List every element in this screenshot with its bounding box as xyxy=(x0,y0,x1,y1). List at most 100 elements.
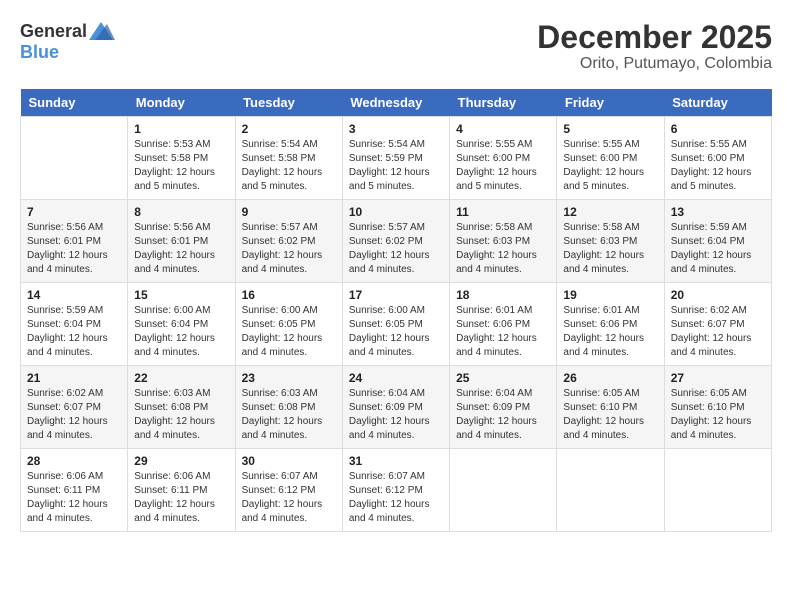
day-number: 11 xyxy=(456,205,550,219)
calendar-cell: 2 Sunrise: 5:54 AMSunset: 5:58 PMDaylight… xyxy=(235,117,342,200)
calendar-cell: 10Sunrise: 5:57 AMSunset: 6:02 PMDayligh… xyxy=(342,200,449,283)
calendar-cell: 15Sunrise: 6:00 AMSunset: 6:04 PMDayligh… xyxy=(128,283,235,366)
day-number: 6 xyxy=(671,122,765,136)
day-info: Sunrise: 6:07 AMSunset: 6:12 PMDaylight:… xyxy=(242,470,336,526)
calendar-cell: 20 Sunrise: 6:02 AMSunset: 6:07 PMDayligh… xyxy=(664,283,771,366)
weekday-header-thursday: Thursday xyxy=(450,89,557,117)
day-number: 3 xyxy=(349,122,443,136)
day-number: 2 xyxy=(242,122,336,136)
day-number: 29 xyxy=(134,454,228,468)
calendar-table: SundayMondayTuesdayWednesdayThursdayFrid… xyxy=(20,89,772,532)
calendar-cell: 31 Sunrise: 6:07 AMSunset: 6:12 PMDayligh… xyxy=(342,449,449,532)
day-number: 26 xyxy=(563,371,657,385)
day-info: Sunrise: 6:02 AMSunset: 6:07 PMDaylight:… xyxy=(671,304,765,360)
day-info: Sunrise: 6:05 AMSunset: 6:10 PMDaylight:… xyxy=(563,387,657,443)
day-number: 28 xyxy=(27,454,121,468)
day-info: Sunrise: 6:01 AMSunset: 6:06 PMDaylight:… xyxy=(563,304,657,360)
calendar-cell: 7Sunrise: 5:56 AMSunset: 6:01 PMDaylight… xyxy=(21,200,128,283)
day-number: 31 xyxy=(349,454,443,468)
weekday-header-row: SundayMondayTuesdayWednesdayThursdayFrid… xyxy=(21,89,772,117)
day-number: 24 xyxy=(349,371,443,385)
weekday-header-monday: Monday xyxy=(128,89,235,117)
day-info: Sunrise: 6:06 AMSunset: 6:11 PMDaylight:… xyxy=(27,470,121,526)
calendar-cell: 19 Sunrise: 6:01 AMSunset: 6:06 PMDayligh… xyxy=(557,283,664,366)
calendar-cell: 22 Sunrise: 6:03 AMSunset: 6:08 PMDayligh… xyxy=(128,366,235,449)
calendar-week-row: 1 Sunrise: 5:53 AMSunset: 5:58 PMDaylight… xyxy=(21,117,772,200)
day-number: 18 xyxy=(456,288,550,302)
day-number: 8 xyxy=(134,205,228,219)
page-header: General Blue December 2025 Orito, Putuma… xyxy=(20,20,772,73)
day-info: Sunrise: 6:06 AMSunset: 6:11 PMDaylight:… xyxy=(134,470,228,526)
day-info: Sunrise: 5:59 AMSunset: 6:04 PMDaylight:… xyxy=(671,221,765,277)
day-number: 21 xyxy=(27,371,121,385)
calendar-cell: 30 Sunrise: 6:07 AMSunset: 6:12 PMDayligh… xyxy=(235,449,342,532)
weekday-header-wednesday: Wednesday xyxy=(342,89,449,117)
calendar-cell: 29 Sunrise: 6:06 AMSunset: 6:11 PMDayligh… xyxy=(128,449,235,532)
day-number: 1 xyxy=(134,122,228,136)
day-number: 22 xyxy=(134,371,228,385)
calendar-week-row: 7Sunrise: 5:56 AMSunset: 6:01 PMDaylight… xyxy=(21,200,772,283)
calendar-week-row: 28 Sunrise: 6:06 AMSunset: 6:11 PMDayligh… xyxy=(21,449,772,532)
calendar-cell: 27Sunrise: 6:05 AMSunset: 6:10 PMDayligh… xyxy=(664,366,771,449)
day-number: 10 xyxy=(349,205,443,219)
day-info: Sunrise: 5:55 AMSunset: 6:00 PMDaylight:… xyxy=(671,138,765,194)
day-number: 4 xyxy=(456,122,550,136)
day-info: Sunrise: 5:54 AMSunset: 5:58 PMDaylight:… xyxy=(242,138,336,194)
calendar-cell: 23 Sunrise: 6:03 AMSunset: 6:08 PMDayligh… xyxy=(235,366,342,449)
day-number: 19 xyxy=(563,288,657,302)
calendar-cell: 9 Sunrise: 5:57 AMSunset: 6:02 PMDaylight… xyxy=(235,200,342,283)
calendar-cell: 17 Sunrise: 6:00 AMSunset: 6:05 PMDayligh… xyxy=(342,283,449,366)
day-number: 17 xyxy=(349,288,443,302)
day-info: Sunrise: 6:00 AMSunset: 6:05 PMDaylight:… xyxy=(349,304,443,360)
day-info: Sunrise: 6:04 AMSunset: 6:09 PMDaylight:… xyxy=(349,387,443,443)
day-info: Sunrise: 5:56 AMSunset: 6:01 PMDaylight:… xyxy=(27,221,121,277)
day-info: Sunrise: 6:02 AMSunset: 6:07 PMDaylight:… xyxy=(27,387,121,443)
calendar-cell: 14Sunrise: 5:59 AMSunset: 6:04 PMDayligh… xyxy=(21,283,128,366)
day-info: Sunrise: 5:57 AMSunset: 6:02 PMDaylight:… xyxy=(242,221,336,277)
day-info: Sunrise: 6:01 AMSunset: 6:06 PMDaylight:… xyxy=(456,304,550,360)
day-number: 20 xyxy=(671,288,765,302)
day-info: Sunrise: 5:59 AMSunset: 6:04 PMDaylight:… xyxy=(27,304,121,360)
logo-text-blue: Blue xyxy=(20,42,59,63)
day-info: Sunrise: 5:58 AMSunset: 6:03 PMDaylight:… xyxy=(563,221,657,277)
day-info: Sunrise: 6:07 AMSunset: 6:12 PMDaylight:… xyxy=(349,470,443,526)
weekday-header-tuesday: Tuesday xyxy=(235,89,342,117)
day-info: Sunrise: 5:58 AMSunset: 6:03 PMDaylight:… xyxy=(456,221,550,277)
day-info: Sunrise: 5:55 AMSunset: 6:00 PMDaylight:… xyxy=(456,138,550,194)
day-number: 15 xyxy=(134,288,228,302)
calendar-cell xyxy=(21,117,128,200)
calendar-cell: 13 Sunrise: 5:59 AMSunset: 6:04 PMDayligh… xyxy=(664,200,771,283)
calendar-cell: 21 Sunrise: 6:02 AMSunset: 6:07 PMDayligh… xyxy=(21,366,128,449)
calendar-cell: 1 Sunrise: 5:53 AMSunset: 5:58 PMDaylight… xyxy=(128,117,235,200)
day-number: 13 xyxy=(671,205,765,219)
day-info: Sunrise: 6:05 AMSunset: 6:10 PMDaylight:… xyxy=(671,387,765,443)
day-info: Sunrise: 5:53 AMSunset: 5:58 PMDaylight:… xyxy=(134,138,228,194)
calendar-cell: 26 Sunrise: 6:05 AMSunset: 6:10 PMDayligh… xyxy=(557,366,664,449)
day-number: 23 xyxy=(242,371,336,385)
day-number: 9 xyxy=(242,205,336,219)
calendar-week-row: 21 Sunrise: 6:02 AMSunset: 6:07 PMDayligh… xyxy=(21,366,772,449)
calendar-cell xyxy=(664,449,771,532)
calendar-cell xyxy=(450,449,557,532)
logo-text-general: General xyxy=(20,21,87,42)
day-number: 12 xyxy=(563,205,657,219)
day-info: Sunrise: 6:03 AMSunset: 6:08 PMDaylight:… xyxy=(242,387,336,443)
weekday-header-saturday: Saturday xyxy=(664,89,771,117)
weekday-header-friday: Friday xyxy=(557,89,664,117)
calendar-cell: 6 Sunrise: 5:55 AMSunset: 6:00 PMDaylight… xyxy=(664,117,771,200)
day-info: Sunrise: 6:03 AMSunset: 6:08 PMDaylight:… xyxy=(134,387,228,443)
day-number: 30 xyxy=(242,454,336,468)
day-info: Sunrise: 5:54 AMSunset: 5:59 PMDaylight:… xyxy=(349,138,443,194)
calendar-week-row: 14Sunrise: 5:59 AMSunset: 6:04 PMDayligh… xyxy=(21,283,772,366)
day-info: Sunrise: 5:56 AMSunset: 6:01 PMDaylight:… xyxy=(134,221,228,277)
calendar-cell: 4 Sunrise: 5:55 AMSunset: 6:00 PMDaylight… xyxy=(450,117,557,200)
day-info: Sunrise: 5:55 AMSunset: 6:00 PMDaylight:… xyxy=(563,138,657,194)
calendar-cell: 3 Sunrise: 5:54 AMSunset: 5:59 PMDaylight… xyxy=(342,117,449,200)
title-block: December 2025 Orito, Putumayo, Colombia xyxy=(537,20,772,73)
calendar-cell: 28 Sunrise: 6:06 AMSunset: 6:11 PMDayligh… xyxy=(21,449,128,532)
calendar-cell: 5Sunrise: 5:55 AMSunset: 6:00 PMDaylight… xyxy=(557,117,664,200)
calendar-cell xyxy=(557,449,664,532)
calendar-cell: 11 Sunrise: 5:58 AMSunset: 6:03 PMDayligh… xyxy=(450,200,557,283)
day-number: 25 xyxy=(456,371,550,385)
day-info: Sunrise: 6:00 AMSunset: 6:05 PMDaylight:… xyxy=(242,304,336,360)
